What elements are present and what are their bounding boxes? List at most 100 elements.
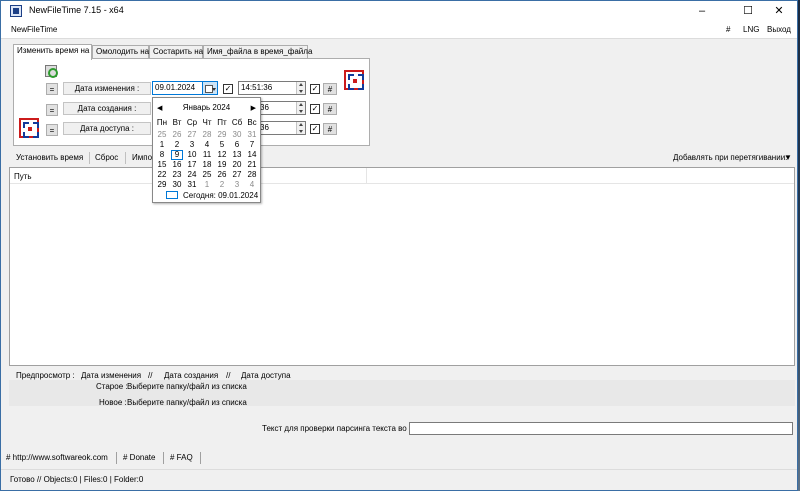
import-button[interactable]: Импо xyxy=(132,153,152,162)
accessed-time-checkbox[interactable]: ✓ xyxy=(310,124,320,134)
accessed-eq-button[interactable]: = xyxy=(46,124,58,136)
preview-accessed-link[interactable]: Дата доступа xyxy=(241,371,291,380)
calendar-day[interactable]: 16 xyxy=(171,160,183,170)
calendar-day[interactable]: 24 xyxy=(186,170,198,180)
accessed-hash-button[interactable]: # xyxy=(323,123,337,135)
calendar-popup[interactable]: ◀ Январь 2024 ▶ Пн Вт Ср Чт Пт Сб Вс 25 … xyxy=(152,97,261,203)
calendar-day[interactable]: 26 xyxy=(171,130,183,140)
calendar-day[interactable]: 17 xyxy=(186,160,198,170)
menu-exit[interactable]: Выход xyxy=(767,25,791,34)
calendar-month-title[interactable]: Январь 2024 xyxy=(153,103,260,112)
calendar-day-selected[interactable]: 9 xyxy=(171,150,183,160)
modified-hash-button[interactable]: # xyxy=(323,83,337,95)
modified-date-field[interactable]: 09.01.2024 xyxy=(152,81,218,95)
calendar-day[interactable]: 6 xyxy=(231,140,243,150)
calendar-day[interactable]: 13 xyxy=(231,150,243,160)
calendar-day[interactable]: 1 xyxy=(156,140,168,150)
calendar-day[interactable]: 23 xyxy=(171,170,183,180)
accessed-time-spinner[interactable] xyxy=(296,122,305,134)
calendar-day[interactable]: 15 xyxy=(156,160,168,170)
footer-separator xyxy=(116,452,117,464)
calendar-day[interactable]: 11 xyxy=(201,150,213,160)
menu-app[interactable]: NewFileTime xyxy=(11,25,57,34)
calendar-day[interactable]: 7 xyxy=(246,140,258,150)
calendar-day[interactable]: 30 xyxy=(171,180,183,190)
calendar-day[interactable]: 31 xyxy=(186,180,198,190)
calendar-day[interactable]: 3 xyxy=(231,180,243,190)
modified-date-checkbox[interactable]: ✓ xyxy=(223,84,233,94)
preview-label: Предпросмотр : xyxy=(16,371,75,380)
preview-section: Предпросмотр : Дата изменения // Дата со… xyxy=(9,367,795,447)
drop-option-dropdown[interactable]: Добавлять при перетягивании: xyxy=(673,153,787,162)
calendar-day[interactable]: 4 xyxy=(201,140,213,150)
calendar-day[interactable]: 12 xyxy=(216,150,228,160)
tab-age[interactable]: Состарить на xyxy=(149,45,203,59)
calendar-day[interactable]: 27 xyxy=(231,170,243,180)
calendar-day[interactable]: 25 xyxy=(156,130,168,140)
calendar-day[interactable]: 18 xyxy=(201,160,213,170)
website-link[interactable]: # http://www.softwareok.com xyxy=(6,453,108,462)
calendar-day[interactable]: 28 xyxy=(201,130,213,140)
created-hash-button[interactable]: # xyxy=(323,103,337,115)
column-divider[interactable] xyxy=(366,168,367,184)
calendar-day[interactable]: 1 xyxy=(201,180,213,190)
modified-eq-button[interactable]: = xyxy=(46,83,58,95)
calendar-day[interactable]: 19 xyxy=(216,160,228,170)
minimize-button[interactable]: – xyxy=(684,1,720,21)
calendar-day[interactable]: 20 xyxy=(231,160,243,170)
tab-rejuvenate[interactable]: Омолодить на xyxy=(92,45,149,59)
calendar-dropdown-icon[interactable] xyxy=(202,81,218,95)
preview-separator: // xyxy=(148,371,153,380)
tab-change-time[interactable]: Изменить время на xyxy=(13,44,92,60)
accessed-label: Дата доступа : xyxy=(63,122,151,135)
calendar-day[interactable]: 29 xyxy=(156,180,168,190)
calendar-day[interactable]: 22 xyxy=(156,170,168,180)
calendar-day[interactable]: 14 xyxy=(246,150,258,160)
modified-time-spinner[interactable] xyxy=(296,82,305,94)
weekday-label: Пн xyxy=(156,118,168,127)
menu-language[interactable]: LNG xyxy=(743,25,759,34)
set-time-button[interactable]: Установить время xyxy=(16,153,83,162)
calendar-day[interactable]: 8 xyxy=(156,150,168,160)
calendar-day[interactable]: 2 xyxy=(171,140,183,150)
chevron-down-icon[interactable]: ▼ xyxy=(784,153,792,162)
app-icon xyxy=(10,5,22,17)
calendar-day[interactable]: 5 xyxy=(216,140,228,150)
calendar-day[interactable]: 3 xyxy=(186,140,198,150)
created-time-checkbox[interactable]: ✓ xyxy=(310,104,320,114)
modified-date-value: 09.01.2024 xyxy=(155,83,196,92)
created-eq-button[interactable]: = xyxy=(46,104,58,116)
calendar-day[interactable]: 10 xyxy=(186,150,198,160)
calendar-day[interactable]: 28 xyxy=(246,170,258,180)
calendar-day[interactable]: 30 xyxy=(231,130,243,140)
file-list[interactable]: Путь xyxy=(9,167,795,366)
calendar-day[interactable]: 31 xyxy=(246,130,258,140)
calendar-day[interactable]: 4 xyxy=(246,180,258,190)
list-header: Путь xyxy=(10,168,794,184)
parse-test-input[interactable] xyxy=(409,422,793,435)
modified-time-checkbox[interactable]: ✓ xyxy=(310,84,320,94)
preview-created-link[interactable]: Дата создания xyxy=(164,371,218,380)
next-month-icon[interactable]: ▶ xyxy=(251,104,256,112)
calendar-day[interactable]: 21 xyxy=(246,160,258,170)
refresh-icon[interactable] xyxy=(45,65,58,78)
calendar-day[interactable]: 25 xyxy=(201,170,213,180)
settings-logo-icon[interactable] xyxy=(19,118,39,138)
calendar-day[interactable]: 2 xyxy=(216,180,228,190)
menu-hash[interactable]: # xyxy=(726,25,730,34)
weekday-label: Вт xyxy=(172,118,182,127)
calendar-day[interactable]: 26 xyxy=(216,170,228,180)
modified-time-field[interactable]: 14:51:36 xyxy=(238,81,306,95)
faq-link[interactable]: # FAQ xyxy=(170,453,193,462)
calendar-day[interactable]: 29 xyxy=(216,130,228,140)
donate-link[interactable]: # Donate xyxy=(123,453,155,462)
tab-filename-to-time[interactable]: Имя_файла в время_файла xyxy=(203,45,312,59)
today-link[interactable]: Сегодня: 09.01.2024 xyxy=(183,191,258,200)
created-time-spinner[interactable] xyxy=(296,102,305,114)
newfiletime-logo-icon xyxy=(344,70,364,90)
path-column-header[interactable]: Путь xyxy=(14,172,32,181)
preview-modified-link[interactable]: Дата изменения xyxy=(81,371,141,380)
close-button[interactable]: ✕ xyxy=(761,1,797,21)
reset-button[interactable]: Сброс xyxy=(95,153,118,162)
calendar-day[interactable]: 27 xyxy=(186,130,198,140)
